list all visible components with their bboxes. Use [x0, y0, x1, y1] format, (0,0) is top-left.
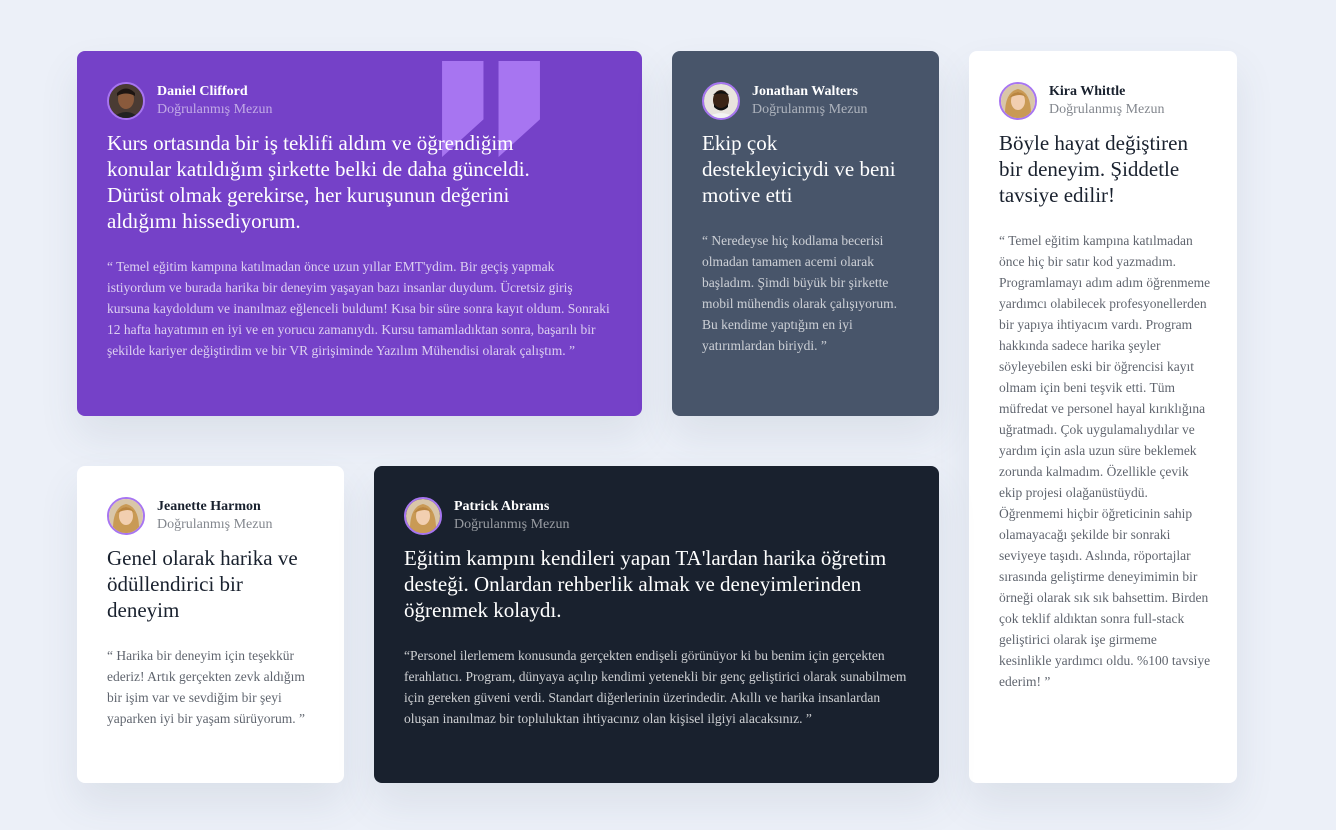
testimonial-body: “ Temel eğitim kampına katılmadan önce u…	[107, 259, 610, 358]
author-role: Doğrulanmış Mezun	[157, 517, 273, 532]
testimonial-body: “ Neredeyse hiç kodlama becerisi olmadan…	[702, 233, 897, 353]
author-name: Patrick Abrams	[454, 499, 550, 514]
testimonial-headline: Böyle hayat değiştiren bir deneyim. Şidd…	[999, 131, 1188, 207]
author-info: Jonathan Walters Doğrulanmış Mezun	[702, 81, 909, 121]
testimonial-headline: Ekip çok destekleyiciydi ve beni motive …	[702, 131, 896, 207]
author-info: Patrick Abrams Doğrulanmış Mezun	[404, 496, 909, 536]
testimonial-body: “ Harika bir deneyim için teşekkür ederi…	[107, 648, 305, 726]
author-name: Jeanette Harmon	[157, 499, 261, 514]
author-role: Doğrulanmış Mezun	[752, 102, 868, 117]
avatar	[702, 82, 740, 120]
testimonial-body: “Personel ilerlemem konusunda gerçekten …	[404, 648, 907, 726]
testimonial-card-daniel-clifford: Daniel Clifford Doğrulanmış Mezun Kurs o…	[77, 51, 642, 416]
testimonial-card-jonathan-walters: Jonathan Walters Doğrulanmış Mezun Ekip …	[672, 51, 939, 416]
testimonial-headline: Eğitim kampını kendileri yapan TA'lardan…	[404, 546, 887, 622]
testimonial-card-jeanette-harmon: Jeanette Harmon Doğrulanmış Mezun Genel …	[77, 466, 344, 783]
author-role: Doğrulanmış Mezun	[1049, 102, 1165, 117]
testimonial-headline: Kurs ortasında bir iş teklifi aldım ve ö…	[107, 131, 530, 233]
testimonial-body: “ Temel eğitim kampına katılmadan önce h…	[999, 233, 1211, 689]
author-name: Kira Whittle	[1049, 84, 1126, 99]
author-role: Doğrulanmış Mezun	[157, 102, 273, 117]
author-info: Daniel Clifford Doğrulanmış Mezun	[107, 81, 612, 121]
author-info: Jeanette Harmon Doğrulanmış Mezun	[107, 496, 314, 536]
author-role: Doğrulanmış Mezun	[454, 517, 570, 532]
testimonial-headline: Genel olarak harika ve ödüllendirici bir…	[107, 546, 298, 622]
author-name: Daniel Clifford	[157, 84, 248, 99]
avatar	[107, 497, 145, 535]
avatar	[107, 82, 145, 120]
avatar	[404, 497, 442, 535]
author-info: Kira Whittle Doğrulanmış Mezun	[999, 81, 1207, 121]
author-name: Jonathan Walters	[752, 84, 858, 99]
testimonial-card-patrick-abrams: Patrick Abrams Doğrulanmış Mezun Eğitim …	[374, 466, 939, 783]
avatar	[999, 82, 1037, 120]
testimonial-card-kira-whittle: Kira Whittle Doğrulanmış Mezun Böyle hay…	[969, 51, 1237, 783]
